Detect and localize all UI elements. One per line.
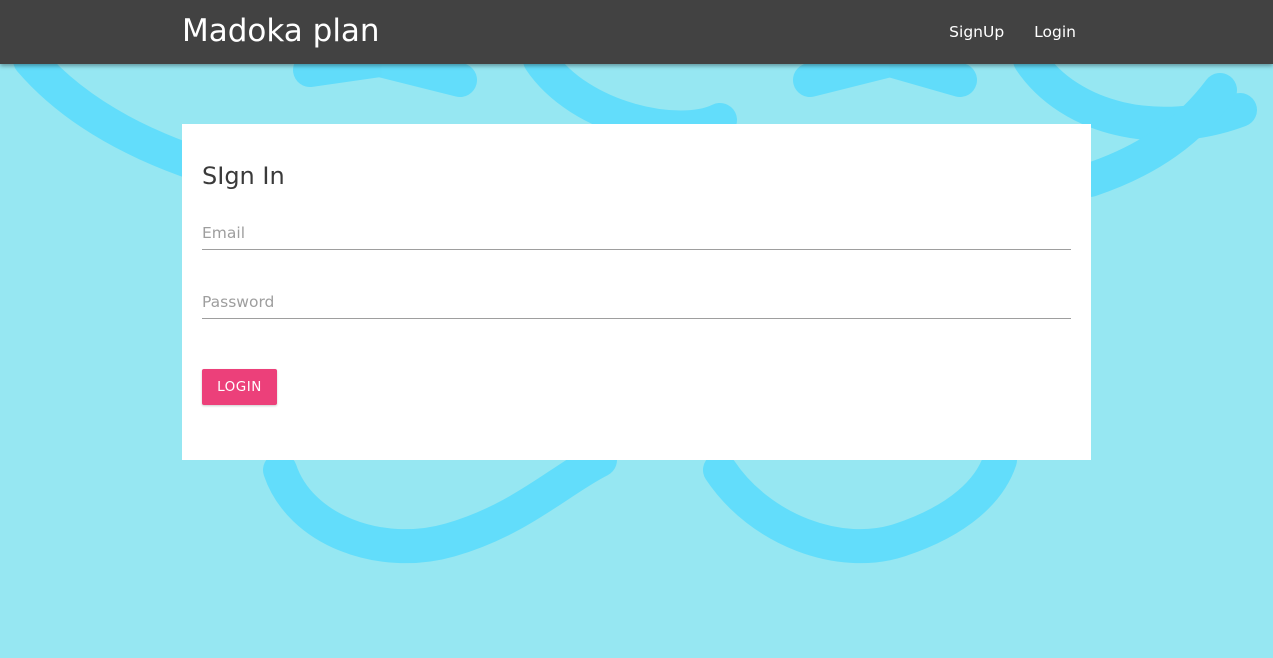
email-input[interactable] bbox=[202, 217, 1071, 250]
login-button[interactable]: Login bbox=[202, 369, 277, 405]
password-input[interactable] bbox=[202, 286, 1071, 319]
signin-card: SIgn In Login bbox=[182, 124, 1091, 460]
brand-logo-link[interactable]: Madoka plan bbox=[182, 11, 380, 51]
nav-signup-link[interactable]: SignUp bbox=[934, 0, 1019, 64]
top-navbar: Madoka plan SignUp Login bbox=[0, 0, 1273, 64]
nav-login-link[interactable]: Login bbox=[1019, 0, 1091, 64]
nav-links: SignUp Login bbox=[934, 0, 1091, 64]
signin-title: SIgn In bbox=[202, 162, 285, 190]
